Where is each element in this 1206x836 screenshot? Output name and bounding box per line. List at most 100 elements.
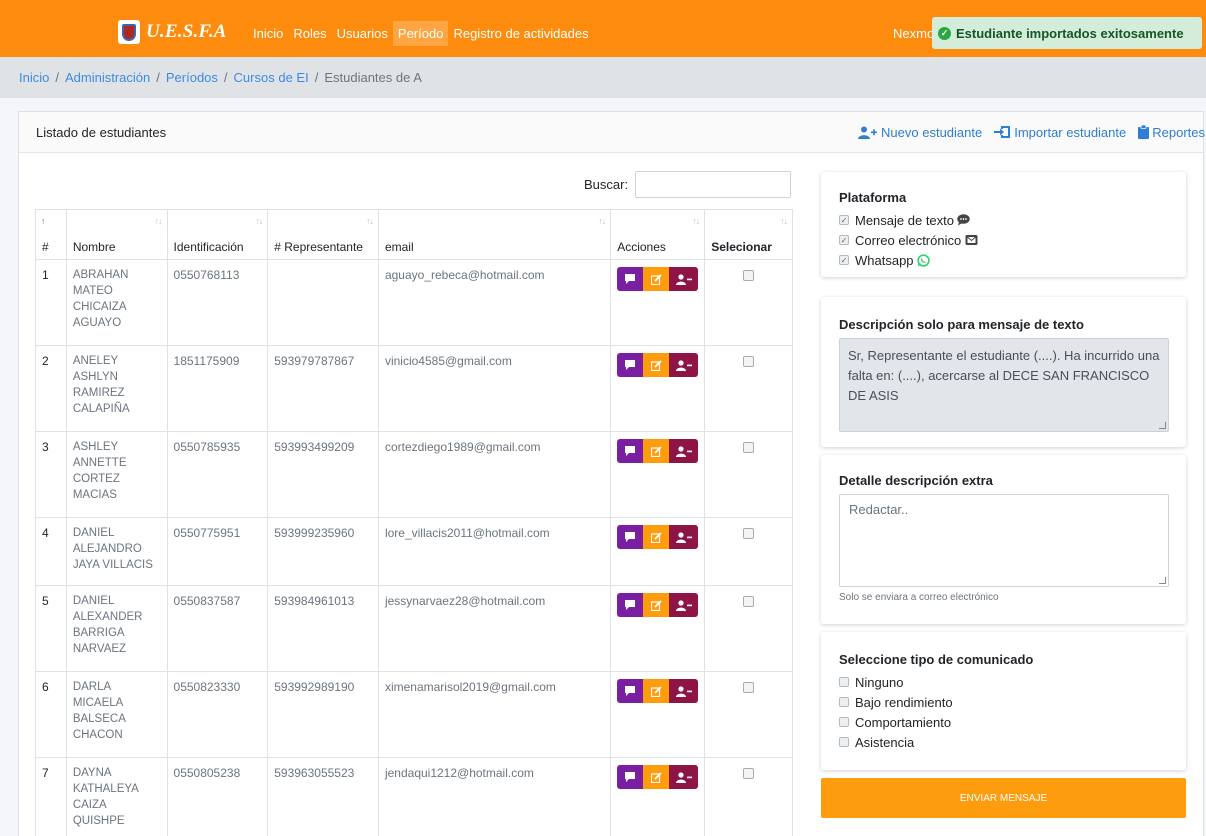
remove-user-button[interactable] xyxy=(669,525,699,549)
row-actions xyxy=(610,431,706,518)
row-email: aguayo_rebeca@hotmail.com xyxy=(377,259,612,346)
edit-button[interactable] xyxy=(643,593,670,617)
sort-icon: ↑↓ xyxy=(692,216,700,226)
comm-type-option-asistencia[interactable]: Asistencia xyxy=(839,732,1168,752)
row-id: 0550785935 xyxy=(166,431,269,518)
message-button[interactable] xyxy=(617,439,644,463)
message-button[interactable] xyxy=(617,525,644,549)
table-row: 7 DAYNA KATHALEYA CAIZA QUISHPE 0550805238… xyxy=(35,757,793,836)
breadcrumb-administracion[interactable]: Administración xyxy=(65,70,150,85)
select-checkbox[interactable] xyxy=(743,682,755,693)
col-header-email[interactable]: ↑↓ email xyxy=(377,209,612,260)
remove-user-button[interactable] xyxy=(669,439,699,463)
row-name: DAYNA KATHALEYA CAIZA QUISHPE xyxy=(65,757,168,836)
row-name: DANIEL ALEXANDER BARRIGA NARVAEZ xyxy=(65,585,168,672)
edit-button[interactable] xyxy=(643,267,670,291)
remove-user-button[interactable] xyxy=(669,267,699,291)
col-header-num[interactable]: ↑ # xyxy=(35,209,67,260)
search-input[interactable] xyxy=(635,171,792,198)
col-header-select[interactable]: ↑↓ Selecionar xyxy=(704,209,793,260)
remove-user-button[interactable] xyxy=(669,593,699,617)
checkbox[interactable] xyxy=(839,697,849,707)
row-actions xyxy=(610,757,706,836)
row-id: 0550768113 xyxy=(166,259,269,346)
message-button[interactable] xyxy=(617,353,644,377)
message-icon xyxy=(625,274,636,284)
extra-detail-hint: Solo se enviara a correo electrónico xyxy=(839,592,999,603)
brand[interactable]: U.E.S.F.A xyxy=(118,20,227,44)
edit-icon xyxy=(650,599,662,611)
remove-user-button[interactable] xyxy=(669,353,699,377)
edit-icon xyxy=(650,273,662,285)
success-toast[interactable]: ✓ Estudiante importados exitosamente xyxy=(932,17,1202,49)
send-message-button[interactable]: ENVIAR MENSAJE xyxy=(821,778,1186,818)
select-checkbox[interactable] xyxy=(743,528,755,539)
checkbox[interactable] xyxy=(839,677,849,687)
platform-option-whatsapp[interactable]: ✓ Whatsapp xyxy=(839,250,1186,270)
nav-item-inicio[interactable]: Inicio xyxy=(248,21,288,46)
row-rep xyxy=(267,259,379,346)
edit-button[interactable] xyxy=(643,353,670,377)
breadcrumb-inicio[interactable]: Inicio xyxy=(19,70,49,85)
edit-button[interactable] xyxy=(643,525,670,549)
row-rep: 593979787867 xyxy=(267,345,379,432)
nav-item-roles[interactable]: Roles xyxy=(288,21,331,46)
reports-label: Reportes xyxy=(1152,124,1205,140)
resize-handle-icon[interactable] xyxy=(1159,422,1166,429)
import-student-button[interactable]: Importar estudiante xyxy=(994,125,1126,140)
edit-icon xyxy=(650,771,662,783)
select-checkbox[interactable] xyxy=(743,356,755,367)
col-header-rep[interactable]: ↑↓ # Representante xyxy=(267,209,379,260)
row-name: ANELEY ASHLYN RAMIREZ CALAPIÑA xyxy=(65,345,168,432)
row-select xyxy=(704,259,793,346)
col-header-id[interactable]: ↑↓ Identificación xyxy=(166,209,269,260)
row-actions xyxy=(610,671,706,758)
message-button[interactable] xyxy=(617,765,644,789)
select-checkbox[interactable] xyxy=(743,768,755,779)
edit-button[interactable] xyxy=(643,679,670,703)
breadcrumb-separator: / xyxy=(55,70,59,85)
remove-user-button[interactable] xyxy=(669,679,699,703)
row-name: ABRAHAN MATEO CHICAIZA AGUAYO xyxy=(65,259,168,346)
platform-option-sms[interactable]: ✓ Mensaje de texto xyxy=(839,210,1186,230)
row-num: 1 xyxy=(35,259,67,346)
platform-option-email[interactable]: ✓ Correo electrónico xyxy=(839,230,1186,250)
checkbox[interactable] xyxy=(839,737,849,747)
message-button[interactable] xyxy=(617,267,644,291)
sms-description-panel: Descripción solo para mensaje de texto S… xyxy=(821,297,1186,447)
select-checkbox[interactable] xyxy=(743,270,755,281)
resize-handle-icon[interactable] xyxy=(1159,577,1166,584)
user-menu[interactable]: Nexmo xyxy=(893,26,934,41)
edit-button[interactable] xyxy=(643,439,670,463)
students-card: Listado de estudiantes Nuevo estudiante … xyxy=(18,111,1205,836)
nav-item-periodo[interactable]: Período xyxy=(392,21,449,46)
comm-type-option-comportamiento[interactable]: Comportamiento xyxy=(839,712,1168,732)
message-button[interactable] xyxy=(617,679,644,703)
reports-button[interactable]: Reportes xyxy=(1138,125,1205,140)
row-actions xyxy=(610,259,706,346)
select-checkbox[interactable] xyxy=(743,442,755,453)
table-row: 4 DANIEL ALEJANDRO JAYA VILLACIS 055077595… xyxy=(35,517,793,586)
checkbox[interactable]: ✓ xyxy=(839,215,849,225)
edit-button[interactable] xyxy=(643,765,670,789)
comm-type-option-ninguno[interactable]: Ninguno xyxy=(839,672,1168,692)
sms-description-textarea[interactable]: Sr, Representante el estudiante (....). … xyxy=(839,338,1169,432)
checkbox[interactable]: ✓ xyxy=(839,235,849,245)
checkbox[interactable]: ✓ xyxy=(839,255,849,265)
breadcrumb-cursos[interactable]: Cursos de EI xyxy=(234,70,309,85)
nav-item-registro[interactable]: Registro de actividades xyxy=(448,21,593,46)
select-checkbox[interactable] xyxy=(743,596,755,607)
comm-type-option-bajo-rendimiento[interactable]: Bajo rendimiento xyxy=(839,692,1168,712)
remove-user-button[interactable] xyxy=(669,765,699,789)
breadcrumb-periodos[interactable]: Períodos xyxy=(166,70,218,85)
nav-item-usuarios[interactable]: Usuarios xyxy=(332,21,393,46)
message-button[interactable] xyxy=(617,593,644,617)
new-student-button[interactable]: Nuevo estudiante xyxy=(858,125,982,140)
extra-detail-textarea[interactable]: Redactar.. xyxy=(839,494,1169,587)
breadcrumb: Inicio / Administración / Períodos / Cur… xyxy=(0,57,1206,98)
row-select xyxy=(704,517,793,586)
col-header-name[interactable]: ↑↓ Nombre xyxy=(65,209,168,260)
col-header-actions[interactable]: ↑↓ Acciones xyxy=(610,209,706,260)
user-minus-icon xyxy=(675,771,692,783)
checkbox[interactable] xyxy=(839,717,849,727)
